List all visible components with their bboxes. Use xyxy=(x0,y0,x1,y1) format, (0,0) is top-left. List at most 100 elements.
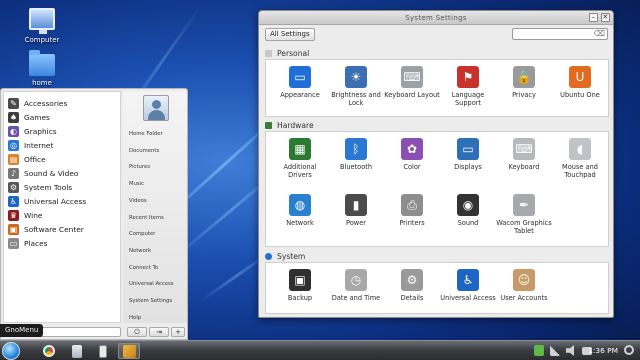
settings-item-label: Network xyxy=(286,219,314,227)
graphics-icon: ◐ xyxy=(8,125,19,137)
power-button[interactable]: ⏻ xyxy=(127,327,147,337)
menu-category-item[interactable]: ♿ Universal Access xyxy=(4,195,120,209)
settings-item[interactable]: ▭ Appearance xyxy=(272,66,328,99)
section-title: System xyxy=(277,252,306,261)
section-title: Hardware xyxy=(277,121,314,130)
sound-icon: ◉ xyxy=(457,194,479,216)
menu-category-item[interactable]: ♛ Wine xyxy=(4,209,120,223)
menu-place-item[interactable]: Network xyxy=(129,248,151,254)
logout-button[interactable]: ⇥ xyxy=(149,327,169,337)
menu-place-item[interactable]: Universal Access xyxy=(129,281,174,287)
ubuntu-one-icon: U xyxy=(569,66,591,88)
menu-category-label: Office xyxy=(24,154,46,164)
settings-item-label: Language Support xyxy=(451,91,485,107)
desktop-icon-label: home xyxy=(32,79,52,87)
software-center-icon: ▣ xyxy=(8,224,19,236)
tray-network-icon[interactable] xyxy=(550,345,560,356)
settings-search-input[interactable]: ⌫ xyxy=(512,28,608,40)
settings-item[interactable]: ◖ Mouse and Touchpad xyxy=(552,138,608,179)
taskbar-app-phone[interactable] xyxy=(94,343,112,359)
system-tools-icon: ⚙ xyxy=(8,182,19,194)
minimize-button[interactable]: – xyxy=(589,13,598,22)
menu-category-item[interactable]: ▭ Places xyxy=(4,237,120,251)
universal-access-icon: ♿ xyxy=(8,196,19,208)
logout-icon: ⇥ xyxy=(156,328,162,336)
all-settings-button[interactable]: All Settings xyxy=(265,28,315,41)
accessories-icon: ✎ xyxy=(8,97,19,109)
settings-item[interactable]: ☺ User Accounts xyxy=(496,269,552,302)
settings-item[interactable]: ☀ Brightness and Lock xyxy=(328,66,384,107)
settings-item[interactable]: ᛒ Bluetooth xyxy=(328,138,384,171)
menu-place-item[interactable]: System Settings xyxy=(129,298,172,304)
menu-category-item[interactable]: ◎ Internet xyxy=(4,138,120,152)
settings-item[interactable]: ⌨ Keyboard xyxy=(496,138,552,171)
settings-item-label: Mouse and Touchpad xyxy=(562,163,598,179)
menu-place-item[interactable]: Pictures xyxy=(129,164,150,170)
backup-icon: ▣ xyxy=(289,269,311,291)
desktop-icon-computer[interactable]: Computer xyxy=(12,8,72,44)
settings-item[interactable]: ◷ Date and Time xyxy=(328,269,384,302)
taskbar-app-chrome[interactable] xyxy=(40,343,58,359)
privacy-icon: 🔒 xyxy=(513,66,535,88)
menu-place-item[interactable]: Recent Items xyxy=(129,215,164,221)
menu-category-item[interactable]: ▣ Software Center xyxy=(4,223,120,237)
sound-video-icon: ♪ xyxy=(8,168,19,180)
window-titlebar[interactable]: System Settings – ✕ xyxy=(259,11,613,25)
settings-item-label: Power xyxy=(346,219,366,227)
add-button[interactable]: + xyxy=(171,327,185,337)
settings-item[interactable]: ✒ Wacom Graphics Tablet xyxy=(496,194,552,235)
clock[interactable]: 1:36 PM xyxy=(588,346,618,355)
settings-item[interactable]: ▮ Power xyxy=(328,194,384,227)
settings-item-label: Date and Time xyxy=(331,294,381,302)
tray-update-icon[interactable] xyxy=(534,345,544,356)
settings-item[interactable]: ⌨ Keyboard Layout xyxy=(384,66,440,99)
color-icon: ✿ xyxy=(401,138,423,160)
phone-icon xyxy=(99,344,107,358)
internet-icon: ◎ xyxy=(8,139,19,151)
clear-search-icon[interactable]: ⌫ xyxy=(594,29,605,39)
taskbar-app-settings[interactable] xyxy=(118,343,140,359)
settings-item[interactable]: ▦ Additional Drivers xyxy=(272,138,328,179)
printers-icon: ⎙ xyxy=(401,194,423,216)
menu-place-item[interactable]: Documents xyxy=(129,148,159,154)
settings-item[interactable]: ⎙ Printers xyxy=(384,194,440,227)
date-time-icon: ◷ xyxy=(345,269,367,291)
menu-place-item[interactable]: Help xyxy=(129,315,141,321)
menu-category-item[interactable]: ▤ Office xyxy=(4,152,120,166)
menu-category-label: Universal Access xyxy=(24,197,87,207)
desktop-icon-home[interactable]: home xyxy=(12,50,72,87)
settings-item[interactable]: ▭ Displays xyxy=(440,138,496,171)
settings-item-label: Appearance xyxy=(280,91,320,99)
settings-item[interactable]: ✿ Color xyxy=(384,138,440,171)
settings-item-label: User Accounts xyxy=(500,294,548,302)
menu-place-item[interactable]: Music xyxy=(129,181,144,187)
menu-place-item[interactable]: Computer xyxy=(129,231,155,237)
settings-item[interactable]: ⚙ Details xyxy=(384,269,440,302)
section-header-system: System xyxy=(265,251,305,262)
menu-category-item[interactable]: ✎ Accessories xyxy=(4,96,120,110)
tray-power-icon[interactable] xyxy=(624,345,634,355)
menu-category-item[interactable]: ♠ Games xyxy=(4,110,120,124)
settings-item[interactable]: ♿ Universal Access xyxy=(440,269,496,302)
settings-item[interactable]: ◉ Sound xyxy=(440,194,496,227)
menu-category-item[interactable]: ♪ Sound & Video xyxy=(4,166,120,180)
menu-category-item[interactable]: ⚙ System Tools xyxy=(4,181,120,195)
settings-item[interactable]: ◍ Network xyxy=(272,194,328,227)
taskbar-app-files[interactable] xyxy=(68,343,86,359)
section-title: Personal xyxy=(277,49,310,58)
gnomenu-category-list: ✎ Accessories ♠ Games ◐ Graphics ◎ Internet ▤ Off… xyxy=(3,91,121,323)
settings-item[interactable]: U Ubuntu One xyxy=(552,66,608,99)
plus-icon: + xyxy=(175,328,181,336)
menu-category-label: Places xyxy=(24,239,48,249)
settings-item[interactable]: 🔒 Privacy xyxy=(496,66,552,99)
settings-item[interactable]: ⚑ Language Support xyxy=(440,66,496,107)
menu-place-item[interactable]: Videos xyxy=(129,198,147,204)
start-menu-button[interactable] xyxy=(2,342,20,360)
menu-place-item[interactable]: Home Folder xyxy=(129,131,163,137)
user-avatar[interactable] xyxy=(143,95,169,121)
menu-category-item[interactable]: ◐ Graphics xyxy=(4,124,120,138)
close-button[interactable]: ✕ xyxy=(601,13,610,22)
settings-item[interactable]: ▣ Backup xyxy=(272,269,328,302)
menu-place-item[interactable]: Connect To xyxy=(129,265,158,271)
tray-volume-icon[interactable] xyxy=(566,345,574,356)
